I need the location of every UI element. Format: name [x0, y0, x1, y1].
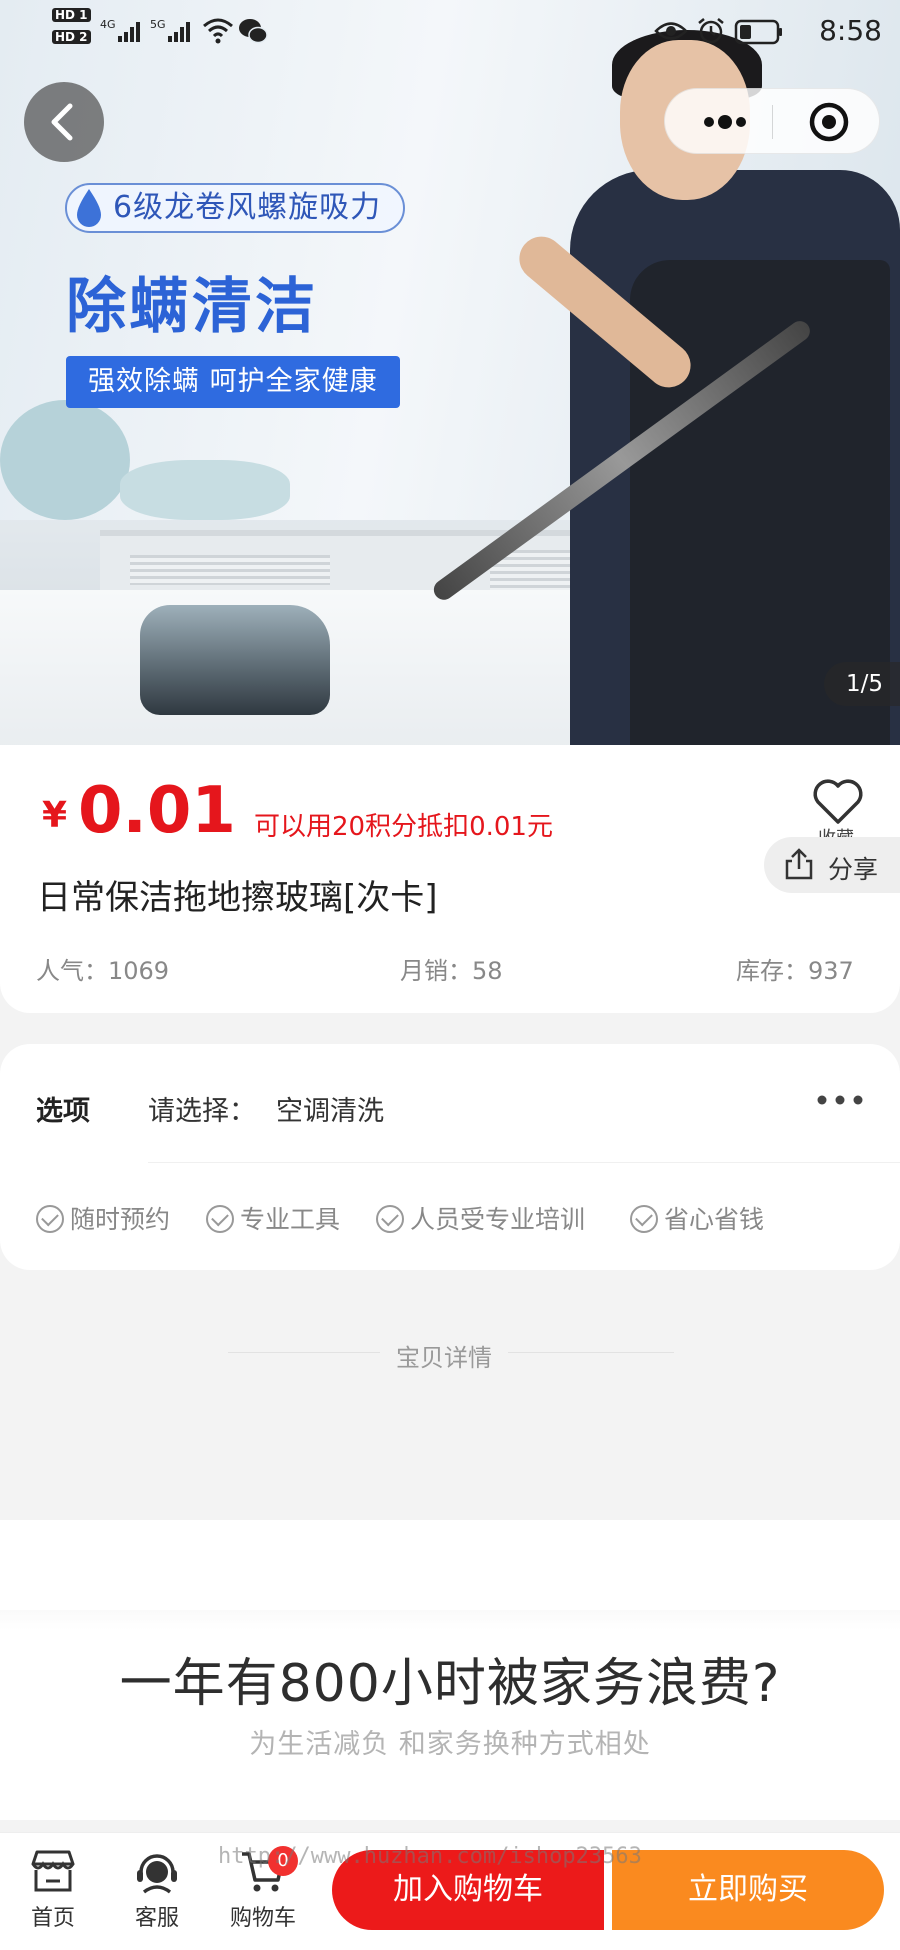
pillow-shape — [120, 460, 290, 520]
product-name: 日常保洁拖地擦玻璃[次卡] — [37, 878, 438, 918]
stock-stat: 库存：937 — [736, 957, 854, 985]
check-circle-icon — [206, 1205, 234, 1233]
vacuum-head-shape — [140, 605, 330, 715]
tab-customer-service-label: 客服 — [134, 1906, 179, 1931]
back-button[interactable] — [24, 82, 104, 162]
feature-label: 省心省钱 — [664, 1205, 765, 1234]
options-card — [0, 1044, 900, 1270]
target-icon[interactable] — [791, 95, 867, 149]
tab-customer-service[interactable]: 客服 — [112, 1848, 202, 1938]
hd2-indicator: HD 2 — [52, 30, 94, 44]
hd1-label: HD 1 — [52, 8, 91, 22]
hd2-label: HD 2 — [52, 30, 91, 44]
share-label: 分享 — [828, 855, 879, 884]
headset-icon — [137, 1854, 177, 1894]
feature-label: 人员受专业培训 — [410, 1205, 586, 1234]
feature-label: 专业工具 — [240, 1205, 341, 1234]
svg-text:4G: 4G — [100, 18, 116, 31]
buy-now-button[interactable]: 立即购买 — [612, 1850, 884, 1930]
capsule-divider — [772, 105, 773, 139]
signal-icon: 5G — [150, 18, 190, 42]
check-circle-icon — [630, 1205, 658, 1233]
options-label: 选项 — [36, 1096, 90, 1127]
water-drop-icon — [77, 189, 101, 227]
options-prefix[interactable]: 请选择： — [148, 1089, 256, 1128]
alarm-icon — [698, 18, 724, 44]
watermark-text: http://www.huzhan.com/ishop23563 — [218, 1844, 642, 1869]
share-icon — [785, 848, 813, 880]
hd1-indicator: HD 1 — [52, 8, 94, 22]
mini-program-capsule — [664, 88, 880, 154]
promo-badge-text: 6级龙卷风螺旋吸力 — [113, 190, 382, 225]
price-value: 0.01 — [78, 774, 236, 848]
share-button[interactable]: 分享 — [764, 837, 900, 893]
currency-symbol: ¥ — [42, 795, 68, 836]
more-dots-icon[interactable] — [687, 95, 763, 149]
promo-title: 除螨清洁 — [66, 272, 318, 342]
wechat-icon — [239, 19, 268, 44]
divider — [148, 1162, 900, 1163]
signal-icon: 4G — [100, 18, 140, 42]
promo-badge: 6级龙卷风螺旋吸力 — [65, 183, 406, 233]
feature-item: 人员受专业培训 — [376, 1200, 585, 1236]
check-circle-icon — [36, 1205, 64, 1233]
selected-option[interactable]: 空调清洗 — [276, 1089, 384, 1128]
feature-item: 专业工具 — [206, 1200, 340, 1236]
svg-text:5G: 5G — [150, 18, 166, 31]
eye-icon — [654, 22, 688, 40]
wifi-icon — [203, 18, 233, 44]
battery-icon — [734, 19, 782, 45]
shop-icon — [31, 1850, 75, 1892]
detail-subtitle: 为生活减负 和家务换种方式相处 — [249, 1729, 651, 1760]
tab-home[interactable]: 首页 — [8, 1848, 98, 1938]
ellipsis-icon[interactable] — [810, 1086, 870, 1114]
clock: 8:58 — [819, 14, 882, 47]
promo-banner: 强效除螨 呵护全家健康 — [66, 356, 400, 408]
detail-fade — [0, 1610, 900, 1630]
check-circle-icon — [376, 1205, 404, 1233]
pillow-shape — [0, 400, 130, 520]
status-bar: HD 1 HD 2 4G 5G 8:58 — [0, 0, 900, 64]
back-icon — [51, 103, 73, 141]
monthly-sales-stat: 月销：58 — [400, 957, 503, 985]
feature-item: 省心省钱 — [630, 1200, 764, 1236]
feature-item: 随时预约 — [36, 1200, 170, 1236]
detail-slogan: 一年有800小时被家务浪费? — [119, 1654, 781, 1714]
points-deduction-note: 可以用20积分抵扣0.01元 — [254, 812, 553, 842]
carousel-pager: 1/5 — [824, 662, 900, 706]
feature-label: 随时预约 — [70, 1205, 171, 1234]
tab-cart-label: 购物车 — [229, 1906, 296, 1931]
tab-home-label: 首页 — [30, 1906, 75, 1931]
popularity-stat: 人气：1069 — [36, 957, 170, 985]
vent-shape — [130, 555, 330, 585]
detail-section-title: 宝贝详情 — [380, 1338, 508, 1373]
